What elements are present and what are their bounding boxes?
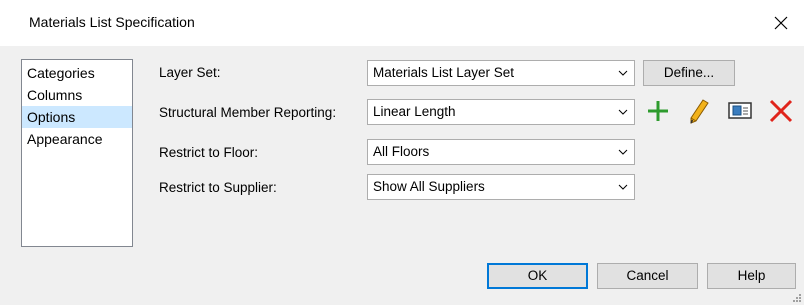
window-title: Materials List Specification [29,14,195,30]
restrict-floor-label: Restrict to Floor: [159,145,259,160]
plus-icon [648,101,668,121]
category-list[interactable]: Categories Columns Options Appearance [21,59,133,247]
restrict-supplier-value: Show All Suppliers [373,179,485,194]
structural-member-label: Structural Member Reporting: [159,105,337,120]
restrict-supplier-label: Restrict to Supplier: [159,180,277,195]
define-button[interactable]: Define... [643,60,735,86]
resize-grip-icon[interactable] [792,293,802,303]
nav-item-categories[interactable]: Categories [22,62,132,84]
edit-button[interactable] [685,97,711,125]
layer-set-select[interactable]: Materials List Layer Set [367,60,635,86]
restrict-supplier-select[interactable]: Show All Suppliers [367,174,635,200]
chevron-down-icon [618,109,628,115]
pencil-icon [690,99,709,124]
library-button[interactable] [727,97,753,125]
structural-member-value: Linear Length [373,104,456,119]
layer-set-label: Layer Set: [159,65,221,80]
title-bar: Materials List Specification [0,0,804,46]
add-button[interactable] [645,97,671,125]
layer-set-value: Materials List Layer Set [373,65,515,80]
cancel-button[interactable]: Cancel [597,263,698,289]
chevron-down-icon [618,70,628,76]
nav-item-options[interactable]: Options [22,106,132,128]
restrict-floor-select[interactable]: All Floors [367,139,635,165]
restrict-floor-value: All Floors [373,144,430,159]
library-icon [728,102,752,119]
close-button[interactable] [758,0,804,46]
ok-button[interactable]: OK [487,263,588,289]
structural-member-select[interactable]: Linear Length [367,99,635,125]
chevron-down-icon [618,184,628,190]
nav-item-appearance[interactable]: Appearance [22,128,132,150]
nav-item-columns[interactable]: Columns [22,84,132,106]
close-icon [774,16,788,30]
delete-button[interactable] [768,97,794,125]
chevron-down-icon [618,149,628,155]
delete-x-icon [769,99,793,123]
help-button[interactable]: Help [707,263,796,289]
